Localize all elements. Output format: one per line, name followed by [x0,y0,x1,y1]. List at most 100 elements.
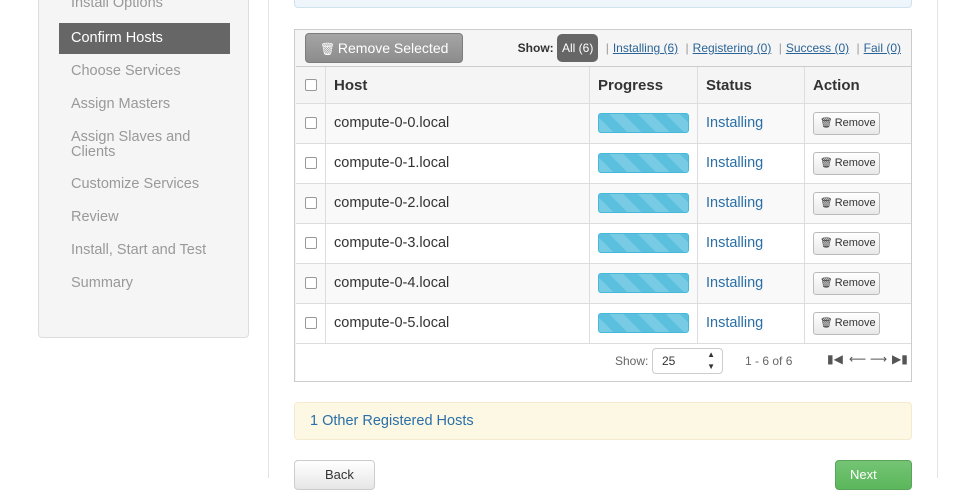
other-hosts-link[interactable]: 1 Other Registered Hosts [310,413,474,429]
remove-button-label: Remove [834,317,876,329]
select-arrows-icon: ▲ ▼ [707,350,715,371]
filter-all[interactable]: All (6) [557,34,599,62]
hosts-panel: 🗑 Remove Selected Show: All (6) | Install… [294,29,912,382]
remove-selected-label: Remove Selected [337,40,449,56]
trash-icon: 🗑 [820,238,833,249]
host-name: compute-0-3.local [325,224,589,263]
remove-host-button[interactable]: 🗑 Remove [813,312,880,335]
remove-button-label: Remove [834,157,876,169]
trash-icon: 🗑 [320,42,336,56]
action-cell: 🗑 Remove [804,184,911,223]
sidebar-item-review[interactable]: Review [59,210,230,225]
action-cell: 🗑 Remove [804,104,911,143]
sidebar-item-confirm-hosts[interactable]: Confirm Hosts [59,23,230,54]
filter-installing[interactable]: Installing (6) [613,41,678,55]
row-checkbox[interactable] [305,237,317,249]
sidebar-item-install-options[interactable]: Install Options [59,0,230,11]
action-cell: 🗑 Remove [804,224,911,263]
filter-fail[interactable]: Fail (0) [864,41,901,55]
table-row: compute-0-2.local Installing 🗑 Remove [296,184,911,224]
remove-button-label: Remove [834,277,876,289]
last-page-icon[interactable]: ▶▮ [892,352,908,366]
hosts-toolbar: 🗑 Remove Selected Show: All (6) | Install… [295,30,911,66]
trash-icon: 🗑 [820,158,833,169]
row-checkbox[interactable] [305,197,317,209]
row-checkbox[interactable] [305,117,317,129]
remove-host-button[interactable]: 🗑 Remove [813,152,880,175]
page-size-value: 25 [662,354,676,368]
action-cell: 🗑 Remove [804,264,911,303]
sidebar-item-assign-slaves[interactable]: Assign Slaves and Clients [59,130,209,160]
row-checkbox[interactable] [305,277,317,289]
status-cell: Installing [697,304,804,343]
row-check-cell [296,144,325,183]
filter-registering[interactable]: Registering (0) [693,41,772,55]
remove-button-label: Remove [834,197,876,209]
filter-separator: | [778,41,782,55]
column-header-host[interactable]: Host [325,67,589,103]
column-header-progress: Progress [589,67,697,103]
remove-button-label: Remove [834,237,876,249]
prev-page-icon[interactable]: ⟵ [849,352,866,366]
host-name: compute-0-5.local [325,304,589,343]
row-checkbox[interactable] [305,157,317,169]
remove-button-label: Remove [834,117,876,129]
row-checkbox[interactable] [305,317,317,329]
status-link[interactable]: Installing [706,155,763,171]
host-name: compute-0-4.local [325,264,589,303]
back-button[interactable]: Back [294,460,375,490]
status-link[interactable]: Installing [706,235,763,251]
row-check-cell [296,224,325,263]
status-cell: Installing [697,144,804,183]
next-button[interactable]: Next [835,460,912,490]
status-cell: Installing [697,264,804,303]
other-registered-hosts-alert[interactable]: 1 Other Registered Hosts [294,402,912,440]
sidebar-item-install-start-test[interactable]: Install, Start and Test [59,243,230,258]
progress-bar [598,193,689,213]
trash-icon: 🗑 [820,118,833,129]
trash-icon: 🗑 [820,318,833,329]
host-name: compute-0-0.local [325,104,589,143]
filter-success[interactable]: Success (0) [786,41,849,55]
table-footer: Show: 25 ▲ ▼ 1 - 6 of 6 ▮◀ ⟵ ⟶ ▶▮ [296,344,911,381]
row-check-cell [296,184,325,223]
status-link[interactable]: Installing [706,195,763,211]
progress-bar [598,113,689,133]
status-cell: Installing [697,104,804,143]
table-row: compute-0-0.local Installing 🗑 Remove [296,104,911,144]
select-all-checkbox[interactable] [305,79,317,91]
status-link[interactable]: Installing [706,115,763,131]
trash-icon: 🗑 [820,198,833,209]
status-link[interactable]: Installing [706,315,763,331]
sidebar-item-customize-services[interactable]: Customize Services [59,177,230,192]
sidebar-item-assign-masters[interactable]: Assign Masters [59,97,230,112]
progress-bar [598,273,689,293]
remove-selected-button[interactable]: 🗑 Remove Selected [305,33,463,63]
host-name: compute-0-2.local [325,184,589,223]
remove-host-button[interactable]: 🗑 Remove [813,112,880,135]
table-row: compute-0-5.local Installing 🗑 Remove [296,304,911,344]
progress-cell [589,144,697,183]
info-banner [294,0,912,8]
status-cell: Installing [697,224,804,263]
sidebar-item-choose-services[interactable]: Choose Services [59,64,230,79]
status-cell: Installing [697,184,804,223]
remove-host-button[interactable]: 🗑 Remove [813,272,880,295]
first-page-icon[interactable]: ▮◀ [827,352,843,366]
action-cell: 🗑 Remove [804,304,911,343]
filter-separator: | [605,41,609,55]
table-row: compute-0-3.local Installing 🗑 Remove [296,224,911,264]
sidebar-item-summary[interactable]: Summary [59,276,230,291]
trash-icon: 🗑 [820,278,833,289]
row-check-cell [296,304,325,343]
status-link[interactable]: Installing [706,275,763,291]
progress-bar [598,153,689,173]
table-header-row: Host Progress Status Action [296,67,911,104]
next-page-icon[interactable]: ⟶ [870,352,887,366]
filter-separator: | [856,41,860,55]
column-header-status[interactable]: Status [697,67,804,103]
remove-host-button[interactable]: 🗑 Remove [813,232,880,255]
page-size-select[interactable]: 25 ▲ ▼ [652,348,723,374]
remove-host-button[interactable]: 🗑 Remove [813,192,880,215]
table-row: compute-0-1.local Installing 🗑 Remove [296,144,911,184]
